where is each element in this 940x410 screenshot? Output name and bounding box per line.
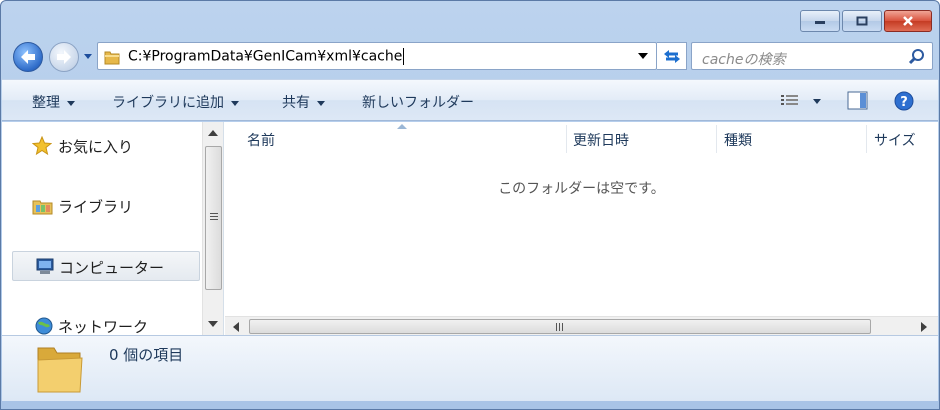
nav-item-favorites[interactable]: お気に入り xyxy=(12,130,200,160)
minimize-button[interactable] xyxy=(800,10,840,32)
file-list-hscrollbar[interactable] xyxy=(225,316,938,335)
address-dropdown-icon[interactable] xyxy=(638,53,648,60)
column-header-name[interactable]: 名前 xyxy=(247,130,275,150)
grip-icon xyxy=(556,323,563,331)
scroll-left-icon[interactable] xyxy=(233,322,239,332)
column-divider[interactable] xyxy=(716,125,717,153)
scroll-right-icon[interactable] xyxy=(921,322,927,332)
sort-ascending-icon xyxy=(397,124,407,129)
new-folder-button[interactable]: 新しいフォルダー xyxy=(362,92,474,112)
grip-icon xyxy=(210,213,218,220)
svg-text:?: ? xyxy=(900,95,908,110)
text-caret xyxy=(403,48,405,65)
network-icon xyxy=(35,317,53,335)
column-divider[interactable] xyxy=(866,125,867,153)
navigation-bar: C:¥ProgramData¥GenICam¥xml¥cache cacheの検… xyxy=(11,41,933,73)
caption-buttons xyxy=(800,10,932,32)
scroll-down-icon[interactable] xyxy=(208,321,218,327)
scroll-up-icon[interactable] xyxy=(208,130,218,136)
share-menu[interactable]: 共有 xyxy=(282,92,325,112)
search-box[interactable]: cacheの検索 xyxy=(691,42,933,70)
nav-item-computer[interactable]: コンピューター xyxy=(12,251,200,281)
explorer-window: C:¥ProgramData¥GenICam¥xml¥cache cacheの検… xyxy=(0,0,940,410)
column-header-size[interactable]: サイズ xyxy=(874,130,916,150)
refresh-icon xyxy=(663,50,680,63)
content-area: お気に入り ライブラリ コンピューター ネットワーク 名前 更新日時 種類 サイ… xyxy=(2,122,938,336)
chevron-down-icon xyxy=(317,100,325,106)
item-count: 0 個の項目 xyxy=(109,346,184,364)
search-icon[interactable] xyxy=(908,48,926,66)
arrow-right-icon xyxy=(57,50,71,64)
refresh-button[interactable] xyxy=(657,42,687,70)
back-button[interactable] xyxy=(13,42,43,72)
recent-pages-dropdown[interactable] xyxy=(83,53,93,61)
organize-menu[interactable]: 整理 xyxy=(32,92,75,112)
computer-icon xyxy=(36,258,54,274)
forward-button[interactable] xyxy=(49,42,79,72)
command-bar: 整理 ライブラリに追加 共有 新しいフォルダー ? xyxy=(2,79,938,121)
column-header-date[interactable]: 更新日時 xyxy=(573,130,629,150)
view-options-icon[interactable] xyxy=(780,91,824,111)
scrollbar-thumb[interactable] xyxy=(249,319,871,334)
close-icon xyxy=(903,16,913,26)
preview-pane-icon[interactable] xyxy=(847,91,869,111)
nav-pane-scrollbar[interactable] xyxy=(202,122,223,335)
scrollbar-thumb[interactable] xyxy=(205,146,222,290)
minimize-icon xyxy=(815,21,825,24)
nav-item-libraries[interactable]: ライブラリ xyxy=(12,190,200,220)
chevron-down-icon xyxy=(67,100,75,106)
add-to-library-menu[interactable]: ライブラリに追加 xyxy=(112,92,239,112)
folder-icon xyxy=(37,347,83,393)
navigation-pane: お気に入り ライブラリ コンピューター ネットワーク xyxy=(2,122,224,336)
maximize-icon xyxy=(856,16,868,26)
column-header-type[interactable]: 種類 xyxy=(724,130,752,150)
search-input[interactable]: cacheの検索 xyxy=(702,49,785,69)
library-icon xyxy=(32,200,53,215)
help-icon[interactable]: ? xyxy=(893,91,915,113)
file-list: 名前 更新日時 種類 サイズ このフォルダーは空です。 xyxy=(225,122,938,335)
address-bar[interactable]: C:¥ProgramData¥GenICam¥xml¥cache xyxy=(97,42,657,70)
chevron-down-icon xyxy=(231,100,239,106)
maximize-button[interactable] xyxy=(842,10,882,32)
arrow-left-icon xyxy=(21,50,35,64)
empty-folder-message: このフォルダーは空です。 xyxy=(498,181,665,197)
star-icon xyxy=(32,136,52,156)
folder-icon xyxy=(104,51,120,65)
column-divider[interactable] xyxy=(566,125,567,153)
address-path[interactable]: C:¥ProgramData¥GenICam¥xml¥cache xyxy=(128,48,405,65)
details-pane: 0 個の項目 xyxy=(2,335,938,401)
close-button[interactable] xyxy=(884,10,932,32)
